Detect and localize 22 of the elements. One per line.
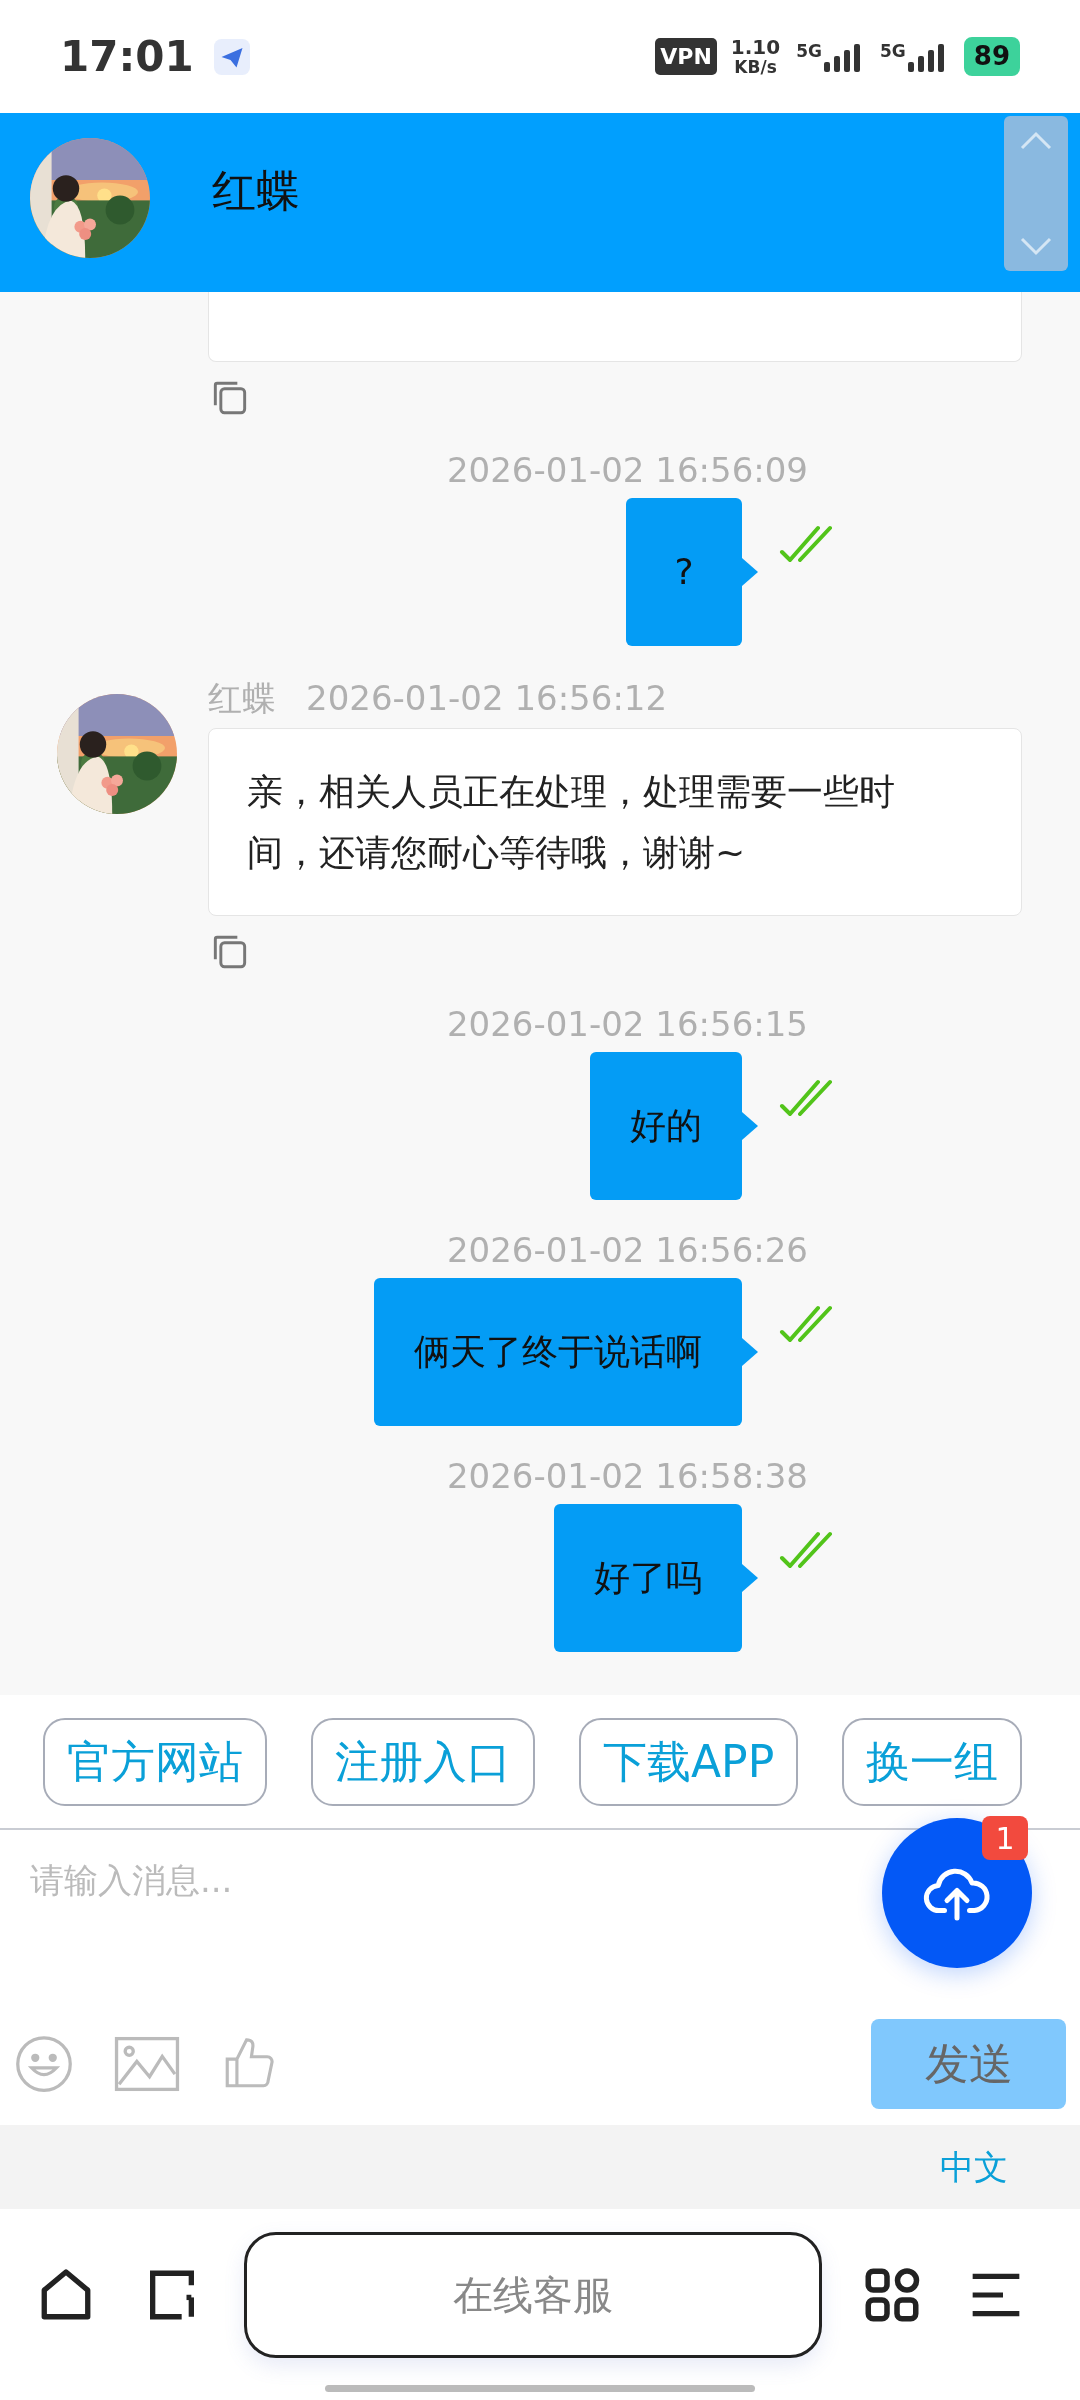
message-time: 2026-01-02 16:58:38 (446, 1456, 808, 1496)
battery-level: 89 (963, 37, 1020, 76)
notification-badge: 1 (982, 1816, 1028, 1860)
vpn-indicator: VPN (655, 38, 717, 75)
speed-value: 1.10 (730, 36, 781, 57)
quick-reply-button[interactable]: 注册入口 (311, 1717, 535, 1806)
message-time: 2026-01-02 16:56:26 (446, 1230, 808, 1270)
quick-reply-button[interactable]: 换一组 (842, 1717, 1023, 1806)
message-time: 2026-01-02 16:56:12 (306, 678, 668, 718)
language-link[interactable]: 中文 (940, 2141, 1008, 2193)
clock: 17:01 (60, 31, 194, 83)
sender-name: 红蝶 (208, 678, 276, 718)
network-type: 5G (880, 41, 906, 60)
speed-unit: KB/s (734, 56, 777, 77)
online-support-button[interactable]: 在线客服 (244, 2231, 822, 2358)
contact-name: 红蝶 (212, 164, 300, 218)
quick-reply-button[interactable]: 下载APP (579, 1717, 799, 1806)
network-type: 5G (796, 41, 822, 60)
message-bubble: 亲，相关人员正在处理，处理需要一些时间，还请您耐心等待哦，谢谢~ (208, 728, 1022, 916)
message-time: 2026-01-02 16:56:15 (446, 1004, 808, 1044)
message-time: 2026-01-02 16:56:09 (446, 450, 808, 490)
quick-reply-button[interactable]: 官方网站 (43, 1717, 267, 1806)
